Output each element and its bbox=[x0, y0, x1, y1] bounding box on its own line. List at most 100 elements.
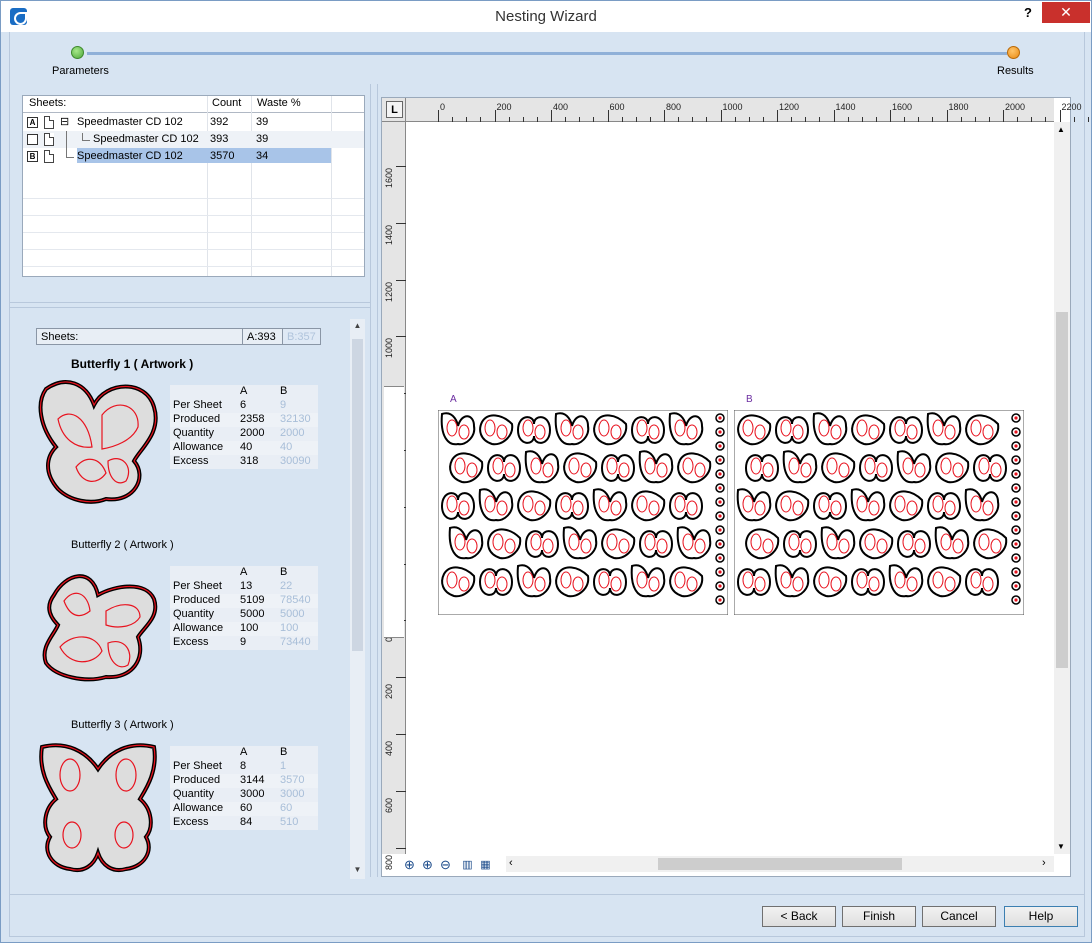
ruler-tick bbox=[396, 677, 406, 679]
empty-row bbox=[23, 216, 364, 233]
scroll-thumb[interactable] bbox=[658, 858, 902, 870]
small-part-hole bbox=[1014, 542, 1018, 546]
ruler-minor-tick bbox=[847, 117, 849, 122]
sheets-tree-grid[interactable]: Sheets: Count Waste % A ⊟ Speedmaster CD… bbox=[22, 95, 365, 277]
sheet-waste: 39 bbox=[256, 116, 269, 128]
sheet-a-layout[interactable] bbox=[438, 410, 728, 615]
zoom-in-icon[interactable]: ⊕ bbox=[420, 858, 435, 873]
table-header-row: AB bbox=[170, 746, 318, 760]
empty-row bbox=[23, 199, 364, 216]
scroll-down-icon[interactable]: ▼ bbox=[350, 865, 365, 879]
canvas-horizontal-scrollbar[interactable]: ‹ › bbox=[506, 856, 1054, 872]
ruler-tick-label: 2000 bbox=[1005, 102, 1026, 112]
small-part-hole bbox=[718, 416, 722, 420]
table-row: Excess 84 510 bbox=[170, 816, 318, 830]
small-part-hole bbox=[718, 584, 722, 588]
table-header-row: AB bbox=[170, 385, 318, 399]
ruler-tick bbox=[720, 110, 722, 122]
ruler-minor-tick bbox=[918, 117, 920, 122]
item-stats-table: AB Per Sheet 8 1 Produced 3144 3570 Quantity… bbox=[170, 746, 318, 830]
canvas-vertical-scrollbar[interactable]: ▲ ▼ bbox=[1054, 122, 1070, 854]
ruler-tick bbox=[396, 166, 406, 167]
nested-part bbox=[782, 530, 818, 558]
vertical-ruler: 1600140012001000800600400200020040060080… bbox=[382, 122, 406, 870]
scroll-down-icon[interactable]: ▼ bbox=[1057, 842, 1065, 851]
small-part-hole bbox=[718, 500, 722, 504]
small-part-hole bbox=[1014, 556, 1018, 560]
ruler-tick-label: 1800 bbox=[948, 102, 969, 112]
nested-part bbox=[888, 416, 924, 444]
sheet-a-checkbox[interactable]: A bbox=[27, 117, 38, 128]
small-part-hole bbox=[1014, 430, 1018, 434]
ruler-minor-tick bbox=[692, 117, 694, 122]
nested-part bbox=[638, 530, 674, 558]
collapse-icon[interactable]: ⊟ bbox=[60, 115, 69, 128]
horizontal-splitter[interactable] bbox=[10, 302, 370, 308]
tree-row[interactable]: Speedmaster CD 102 393 39 bbox=[23, 131, 364, 148]
scroll-right-icon[interactable]: › bbox=[1042, 857, 1046, 869]
units-icon[interactable]: L bbox=[386, 101, 403, 118]
sheet-name: Speedmaster CD 102 bbox=[93, 133, 199, 145]
finish-button[interactable]: Finish bbox=[842, 906, 916, 927]
ruler-tick-label: 200 bbox=[496, 102, 512, 112]
tree-row-selected[interactable]: B Speedmaster CD 102 3570 34 bbox=[23, 148, 364, 165]
column-waste[interactable]: Waste % bbox=[257, 97, 301, 109]
butterfly-1-artwork bbox=[38, 380, 158, 504]
ruler-minor-tick bbox=[635, 117, 637, 122]
sheet-b-layout[interactable] bbox=[734, 410, 1024, 615]
help-question-icon[interactable]: ? bbox=[1019, 5, 1037, 20]
sheet-b-checkbox[interactable]: B bbox=[27, 151, 38, 162]
vertical-splitter[interactable] bbox=[370, 84, 378, 877]
scroll-up-icon[interactable]: ▲ bbox=[1057, 125, 1065, 134]
small-part-hole bbox=[718, 458, 722, 462]
value-b: 2000 bbox=[280, 427, 305, 439]
table-row: Excess 9 73440 bbox=[170, 636, 318, 650]
sheet-checkbox[interactable] bbox=[27, 134, 38, 145]
column-count[interactable]: Count bbox=[212, 97, 241, 109]
properties-scrollbar[interactable]: ▲ ▼ bbox=[350, 319, 365, 879]
item-properties-panel: Sheets: A:393 B:357 Butterfly 1 ( Artwor… bbox=[22, 319, 348, 879]
nested-part bbox=[896, 530, 932, 558]
row-key: Produced bbox=[173, 413, 221, 425]
value-a: 5000 bbox=[240, 608, 265, 620]
value-a: 100 bbox=[240, 622, 259, 634]
scroll-left-icon[interactable]: ‹ bbox=[509, 857, 513, 869]
table-row: Produced 3144 3570 bbox=[170, 774, 318, 788]
fit-page-icon[interactable]: ▦ bbox=[478, 858, 493, 873]
zoom-fit-icon[interactable]: ⊕ bbox=[402, 858, 417, 873]
small-part-hole bbox=[718, 556, 722, 560]
scroll-up-icon[interactable]: ▲ bbox=[350, 321, 365, 335]
help-button[interactable]: Help bbox=[1004, 906, 1078, 927]
ruler-minor-tick bbox=[875, 117, 877, 122]
row-key: Quantity bbox=[173, 427, 214, 439]
ruler-tick-label: 1000 bbox=[384, 338, 394, 359]
ruler-units-corner[interactable]: L bbox=[382, 98, 406, 122]
value-a: 40 bbox=[240, 441, 253, 453]
nested-part bbox=[554, 492, 590, 520]
item-title: Butterfly 1 ( Artwork ) bbox=[71, 357, 194, 371]
nesting-preview-canvas[interactable]: L 0 200 400 600 800 1000 1200 1400 1600 1800 2000 2… bbox=[381, 97, 1089, 877]
tree-row[interactable]: A ⊟ Speedmaster CD 102 392 39 bbox=[23, 114, 364, 131]
row-key: Quantity bbox=[173, 608, 214, 620]
column-sheets[interactable]: Sheets: bbox=[29, 97, 66, 109]
ruler-tick bbox=[664, 110, 665, 122]
scroll-thumb[interactable] bbox=[1056, 312, 1068, 668]
sheets-b-count: B:357 bbox=[282, 329, 320, 344]
close-button[interactable]: ✕ bbox=[1042, 2, 1090, 23]
small-part-hole bbox=[718, 542, 722, 546]
ruler-minor-tick bbox=[1031, 117, 1033, 122]
col-b: B bbox=[280, 746, 288, 758]
nested-part bbox=[926, 492, 962, 520]
cancel-button[interactable]: Cancel bbox=[922, 906, 996, 927]
ruler-minor-tick bbox=[649, 117, 651, 122]
back-button[interactable]: < Back bbox=[762, 906, 836, 927]
table-row: Per Sheet 6 9 bbox=[170, 399, 318, 413]
fit-width-icon[interactable]: ▥ bbox=[460, 858, 475, 873]
tree-header: Sheets: Count Waste % bbox=[23, 96, 364, 113]
ruler-tick bbox=[551, 110, 552, 122]
ruler-tick bbox=[890, 110, 891, 122]
zoom-out-icon[interactable]: ⊖ bbox=[438, 858, 453, 873]
row-key: Allowance bbox=[173, 802, 224, 814]
scroll-thumb[interactable] bbox=[352, 339, 363, 651]
ruler-tick bbox=[396, 847, 406, 849]
